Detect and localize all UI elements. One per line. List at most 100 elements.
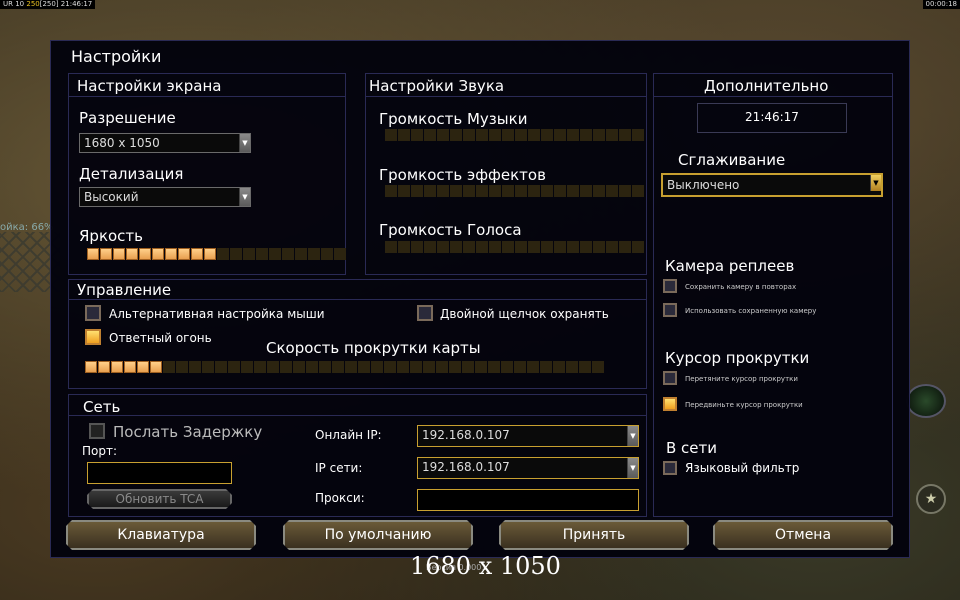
slider-segment[interactable]	[541, 185, 553, 197]
slider-segment[interactable]	[632, 241, 644, 253]
slider-segment[interactable]	[215, 361, 227, 373]
slider-segment[interactable]	[567, 129, 579, 141]
slider-segment[interactable]	[463, 129, 475, 141]
slider-segment[interactable]	[579, 361, 591, 373]
slider-segment[interactable]	[230, 248, 242, 260]
slider-segment[interactable]	[85, 361, 97, 373]
chevron-down-icon[interactable]: ▼	[239, 134, 250, 152]
slider-segment[interactable]	[424, 129, 436, 141]
slider-segment[interactable]	[204, 248, 216, 260]
slider-segment[interactable]	[437, 241, 449, 253]
port-input[interactable]	[87, 462, 232, 484]
slider-segment[interactable]	[501, 361, 513, 373]
slider-segment[interactable]	[137, 361, 149, 373]
cancel-button[interactable]: Отмена	[713, 520, 893, 550]
slider-segment[interactable]	[476, 185, 488, 197]
slider-segment[interactable]	[126, 248, 138, 260]
scroll-drag-checkbox[interactable]	[663, 371, 677, 385]
slider-segment[interactable]	[295, 248, 307, 260]
return-fire-checkbox[interactable]	[85, 329, 101, 345]
slider-segment[interactable]	[100, 248, 112, 260]
slider-segment[interactable]	[385, 129, 397, 141]
slider-segment[interactable]	[567, 241, 579, 253]
slider-segment[interactable]	[87, 248, 99, 260]
language-filter-checkbox[interactable]	[663, 461, 677, 475]
scroll-move-checkbox[interactable]	[663, 397, 677, 411]
slider-segment[interactable]	[124, 361, 136, 373]
antialias-select[interactable]: Выключено ▼	[661, 173, 883, 197]
slider-segment[interactable]	[463, 241, 475, 253]
slider-segment[interactable]	[411, 185, 423, 197]
slider-segment[interactable]	[515, 185, 527, 197]
slider-segment[interactable]	[384, 361, 396, 373]
slider-segment[interactable]	[527, 361, 539, 373]
slider-segment[interactable]	[462, 361, 474, 373]
defaults-button[interactable]: По умолчанию	[283, 520, 473, 550]
slider-segment[interactable]	[502, 129, 514, 141]
slider-segment[interactable]	[269, 248, 281, 260]
slider-segment[interactable]	[540, 361, 552, 373]
double-click-guard-checkbox[interactable]	[417, 305, 433, 321]
scroll-speed-slider[interactable]	[85, 361, 604, 373]
slider-segment[interactable]	[411, 241, 423, 253]
slider-segment[interactable]	[502, 185, 514, 197]
slider-segment[interactable]	[567, 185, 579, 197]
slider-segment[interactable]	[191, 248, 203, 260]
effects-volume-slider[interactable]	[385, 185, 644, 197]
send-delay-checkbox[interactable]	[89, 423, 105, 439]
slider-segment[interactable]	[217, 248, 229, 260]
slider-segment[interactable]	[306, 361, 318, 373]
slider-segment[interactable]	[450, 185, 462, 197]
slider-segment[interactable]	[476, 129, 488, 141]
slider-segment[interactable]	[528, 185, 540, 197]
proxy-input[interactable]	[417, 489, 639, 511]
slider-segment[interactable]	[436, 361, 448, 373]
slider-segment[interactable]	[593, 241, 605, 253]
slider-segment[interactable]	[554, 241, 566, 253]
slider-segment[interactable]	[514, 361, 526, 373]
replay-save-camera-checkbox[interactable]	[663, 279, 677, 293]
slider-segment[interactable]	[449, 361, 461, 373]
slider-segment[interactable]	[345, 361, 357, 373]
slider-segment[interactable]	[489, 129, 501, 141]
slider-segment[interactable]	[228, 361, 240, 373]
refresh-tca-button[interactable]: Обновить TCA	[87, 489, 232, 509]
slider-segment[interactable]	[476, 241, 488, 253]
slider-segment[interactable]	[593, 185, 605, 197]
slider-segment[interactable]	[580, 185, 592, 197]
slider-segment[interactable]	[280, 361, 292, 373]
online-ip-select[interactable]: 192.168.0.107 ▼	[417, 425, 639, 447]
slider-segment[interactable]	[321, 248, 333, 260]
slider-segment[interactable]	[319, 361, 331, 373]
slider-segment[interactable]	[553, 361, 565, 373]
lan-ip-select[interactable]: 192.168.0.107 ▼	[417, 457, 639, 479]
slider-segment[interactable]	[541, 129, 553, 141]
chevron-down-icon[interactable]: ▼	[870, 175, 881, 191]
slider-segment[interactable]	[463, 185, 475, 197]
slider-segment[interactable]	[334, 248, 346, 260]
slider-segment[interactable]	[398, 185, 410, 197]
slider-segment[interactable]	[580, 241, 592, 253]
slider-segment[interactable]	[580, 129, 592, 141]
slider-segment[interactable]	[98, 361, 110, 373]
slider-segment[interactable]	[632, 185, 644, 197]
slider-segment[interactable]	[489, 185, 501, 197]
slider-segment[interactable]	[165, 248, 177, 260]
keyboard-button[interactable]: Клавиатура	[66, 520, 256, 550]
detail-select[interactable]: Высокий ▼	[79, 187, 251, 207]
slider-segment[interactable]	[424, 185, 436, 197]
slider-segment[interactable]	[152, 248, 164, 260]
slider-segment[interactable]	[606, 185, 618, 197]
slider-segment[interactable]	[554, 129, 566, 141]
slider-segment[interactable]	[385, 241, 397, 253]
slider-segment[interactable]	[489, 241, 501, 253]
chevron-down-icon[interactable]: ▼	[627, 426, 638, 446]
slider-segment[interactable]	[528, 129, 540, 141]
slider-segment[interactable]	[619, 241, 631, 253]
slider-segment[interactable]	[606, 241, 618, 253]
slider-segment[interactable]	[139, 248, 151, 260]
slider-segment[interactable]	[293, 361, 305, 373]
slider-segment[interactable]	[411, 129, 423, 141]
slider-segment[interactable]	[437, 129, 449, 141]
accept-button[interactable]: Принять	[499, 520, 689, 550]
